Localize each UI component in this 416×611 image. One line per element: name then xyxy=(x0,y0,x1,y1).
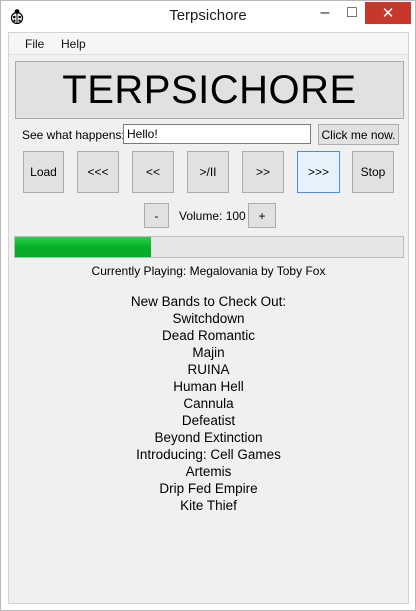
rewind-button[interactable]: << xyxy=(132,151,174,193)
app-window: Terpsichore – □ ✕ File Help TERPSICHORE … xyxy=(0,0,416,611)
band-item: RUINA xyxy=(187,362,230,377)
band-list-heading: New Bands to Check Out: xyxy=(130,294,287,309)
menu-bar: File Help xyxy=(9,33,408,55)
menu-file[interactable]: File xyxy=(25,37,44,51)
maximize-icon: □ xyxy=(347,4,357,21)
progress-fill xyxy=(15,237,151,257)
band-item: Human Hell xyxy=(173,379,244,394)
playback-progress-bar[interactable] xyxy=(14,236,404,258)
band-item: Dead Romantic xyxy=(161,328,256,343)
skip-back-button[interactable]: <<< xyxy=(77,151,119,193)
message-input[interactable] xyxy=(123,124,311,144)
band-item: Drip Fed Empire xyxy=(159,481,258,496)
title-bar[interactable]: Terpsichore – □ ✕ xyxy=(1,1,415,32)
band-item: Switchdown xyxy=(172,311,245,326)
band-item: Introducing: Cell Games xyxy=(136,447,281,462)
now-playing-text: Currently Playing: Megalovania by Toby F… xyxy=(91,264,326,278)
skip-forward-button[interactable]: >>> xyxy=(297,151,340,193)
band-item: Kite Thief xyxy=(180,498,237,513)
title-banner-button[interactable]: TERPSICHORE xyxy=(15,61,404,119)
close-button[interactable]: ✕ xyxy=(365,2,411,24)
client-area: File Help TERPSICHORE See what happens: … xyxy=(8,32,409,604)
load-button[interactable]: Load xyxy=(23,151,64,193)
band-item: Defeatist xyxy=(181,413,236,428)
fast-forward-button[interactable]: >> xyxy=(242,151,284,193)
play-pause-button[interactable]: >/II xyxy=(187,151,229,193)
menu-help[interactable]: Help xyxy=(61,37,86,51)
maximize-button[interactable]: □ xyxy=(339,2,365,24)
band-item: Beyond Extinction xyxy=(154,430,263,445)
minimize-icon: – xyxy=(320,4,330,21)
click-me-button[interactable]: Click me now. xyxy=(318,124,399,145)
prompt-label: See what happens: xyxy=(22,128,125,142)
band-item: Artemis xyxy=(185,464,232,479)
close-icon: ✕ xyxy=(381,5,395,22)
band-item: Cannula xyxy=(183,396,234,411)
band-item: Majin xyxy=(192,345,225,360)
volume-up-button[interactable]: + xyxy=(248,203,276,228)
volume-down-button[interactable]: - xyxy=(144,203,169,228)
volume-label: Volume: 100 xyxy=(179,209,246,223)
minimize-button[interactable]: – xyxy=(312,2,338,24)
stop-button[interactable]: Stop xyxy=(352,151,394,193)
band-list: New Bands to Check Out: Switchdown Dead … xyxy=(9,293,408,514)
